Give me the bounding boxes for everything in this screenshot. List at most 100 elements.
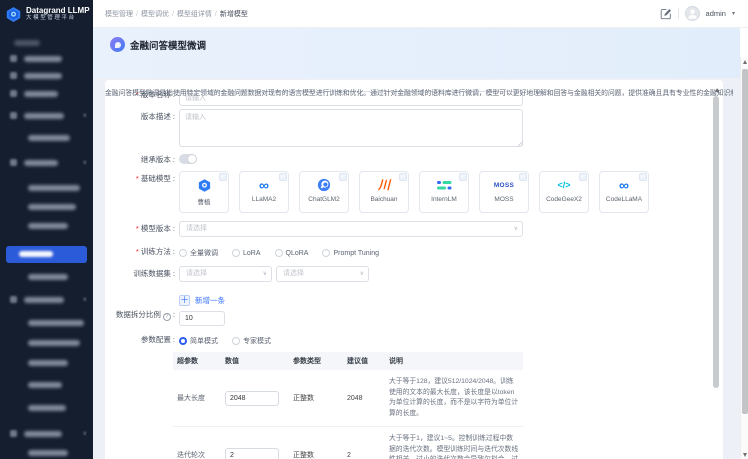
chevron-down-icon: ∨ [514, 222, 518, 237]
model-card[interactable]: ✓</>CodeGeeX2 [539, 171, 589, 213]
sidebar-item-blurred[interactable] [0, 133, 93, 145]
sidebar-item-blurred[interactable] [0, 380, 93, 392]
sidebar-item-blurred[interactable] [0, 38, 93, 50]
chevron-down-icon[interactable]: ▾ [732, 10, 735, 17]
content-area: 版本名称 版本描述 继承版本 基础模型 ✓曹植✓∞LLaMA2✓ChatGLM2… [93, 78, 740, 459]
model-card-checkbox[interactable]: ✓ [519, 173, 527, 181]
breadcrumb-separator: / [136, 11, 138, 18]
train-method-label: 训练方法 [105, 244, 175, 259]
train-dataset-select-1[interactable]: 请选择 ∨ [179, 266, 272, 282]
breadcrumb-item: 新增模型 [220, 11, 248, 18]
model-version-select[interactable]: 请选择 ∨ [179, 221, 523, 237]
sidebar-item-text-blur [24, 73, 62, 79]
radio-unchecked-icon [232, 337, 240, 345]
radio-unchecked-icon [322, 249, 330, 257]
select-placeholder: 请选择 [186, 225, 207, 232]
sidebar-item-blurred[interactable] [0, 338, 93, 350]
sidebar-item-blurred[interactable]: ∨ [0, 111, 93, 123]
username[interactable]: admin [706, 9, 726, 18]
split-ratio-input[interactable] [179, 311, 225, 326]
model-card-label: CodeLLaMA [606, 196, 642, 203]
radio-label: Prompt Tuning [333, 250, 379, 257]
param-suggest-cell: 2048 [343, 395, 385, 402]
scrollbar-thumb[interactable] [742, 69, 748, 414]
sidebar-item-selected[interactable] [6, 246, 87, 263]
sidebar-item-blurred[interactable]: ∨ [0, 429, 93, 441]
breadcrumb-item[interactable]: 模型组详情 [177, 11, 212, 18]
train-method-option[interactable]: 全量微调 [179, 246, 218, 261]
train-method-option[interactable]: QLoRA [275, 246, 309, 261]
user-avatar[interactable] [685, 6, 700, 21]
baichuan-strokes-icon: 川 [378, 177, 390, 193]
scrollbar-thumb[interactable] [713, 96, 719, 388]
sidebar-item-text-blur [14, 40, 40, 46]
compose-icon[interactable] [660, 8, 672, 20]
inherit-version-label: 继承版本 [105, 152, 175, 167]
param-value-input[interactable] [225, 391, 279, 406]
model-card-checkbox[interactable]: ✓ [279, 173, 287, 181]
sidebar-item-blurred[interactable]: ∨ [0, 295, 93, 307]
sidebar-item-icon [10, 55, 17, 62]
split-ratio-label: 数据拆分比例? [105, 307, 175, 322]
sidebar-item-blurred[interactable] [0, 358, 93, 370]
param-config-option[interactable]: 专家模式 [232, 334, 271, 349]
model-card-label: LLaMA2 [252, 196, 276, 203]
param-table-header-cell: 建议值 [343, 356, 385, 366]
scroll-down-icon[interactable] [743, 453, 747, 457]
breadcrumb-item[interactable]: 模型调优 [141, 11, 169, 18]
sidebar-item-blurred[interactable] [0, 202, 93, 214]
train-method-option[interactable]: LoRA [232, 246, 261, 261]
sidebar-item-blurred[interactable] [0, 448, 93, 459]
add-row-label: 新增一条 [195, 295, 225, 306]
app-window: Datagrand LLMP 大模型管理平台 ∨∨∨∨ 模型管理/模型调优/模型… [0, 0, 748, 459]
page-scrollbar[interactable] [740, 57, 748, 459]
form-scrollbar[interactable] [713, 85, 720, 457]
train-dataset-select-2[interactable]: 请选择 ∨ [276, 266, 369, 282]
param-config-option[interactable]: 简单模式 [179, 334, 218, 349]
model-card-label: MOSS [494, 196, 513, 203]
version-desc-textarea[interactable] [179, 109, 523, 147]
sidebar-item-blurred[interactable] [0, 272, 93, 284]
sidebar-item-blurred[interactable] [0, 183, 93, 195]
logo-subtitle: 大模型管理平台 [26, 15, 90, 21]
model-card[interactable]: ✓MOSSMOSS [479, 171, 529, 213]
sidebar-item-blurred[interactable] [0, 89, 93, 101]
sidebar-item-blurred[interactable] [0, 71, 93, 83]
model-card[interactable]: ✓InternLM [419, 171, 469, 213]
model-card-checkbox[interactable]: ✓ [639, 173, 647, 181]
sidebar-item-text-blur [28, 382, 62, 388]
scroll-up-icon[interactable] [743, 60, 747, 64]
breadcrumb-item[interactable]: 模型管理 [105, 11, 133, 18]
breadcrumb: 模型管理/模型调优/模型组详情/新增模型 [105, 9, 660, 19]
sidebar-item-blurred[interactable] [0, 318, 93, 330]
param-type-cell: 正整数 [289, 393, 343, 403]
model-card[interactable]: ✓∞CodeLLaMA [599, 171, 649, 213]
sidebar-item-blurred[interactable] [0, 221, 93, 233]
sidebar-item-blurred[interactable]: ∨ [0, 158, 93, 170]
model-card-checkbox[interactable]: ✓ [579, 173, 587, 181]
model-card-checkbox[interactable]: ✓ [459, 173, 467, 181]
param-table: 超参数数值参数类型建议值说明 最大长度正整数2048大于等于128，建议512/… [173, 352, 523, 459]
model-card-checkbox[interactable]: ✓ [219, 173, 227, 181]
sidebar-item-blurred[interactable] [0, 403, 93, 415]
question-circle-icon[interactable]: ? [163, 313, 171, 321]
model-card[interactable]: ✓曹植 [179, 171, 229, 213]
model-card-checkbox[interactable]: ✓ [339, 173, 347, 181]
model-card-label: CodeGeeX2 [546, 196, 582, 203]
model-card[interactable]: ✓川Baichuan [359, 171, 409, 213]
add-row-button[interactable]: ＋ 新增一条 [179, 295, 225, 306]
model-card[interactable]: ✓∞LLaMA2 [239, 171, 289, 213]
inherit-version-toggle[interactable] [179, 154, 197, 164]
sidebar-item-blurred[interactable] [0, 54, 93, 66]
sidebar-item-text-blur [28, 135, 70, 141]
sidebar-item-icon [10, 72, 17, 79]
param-config-radio-group: 简单模式专家模式 [179, 332, 285, 350]
model-card[interactable]: ✓ChatGLM2 [299, 171, 349, 213]
model-card-checkbox[interactable]: ✓ [399, 173, 407, 181]
caozhi-hexagon-icon [197, 177, 212, 193]
textarea-resize-handle[interactable] [517, 140, 523, 146]
param-value-input[interactable] [225, 448, 279, 459]
chevron-down-icon: ∨ [83, 159, 87, 166]
train-method-option[interactable]: Prompt Tuning [322, 246, 379, 261]
param-suggest-cell: 2 [343, 452, 385, 459]
